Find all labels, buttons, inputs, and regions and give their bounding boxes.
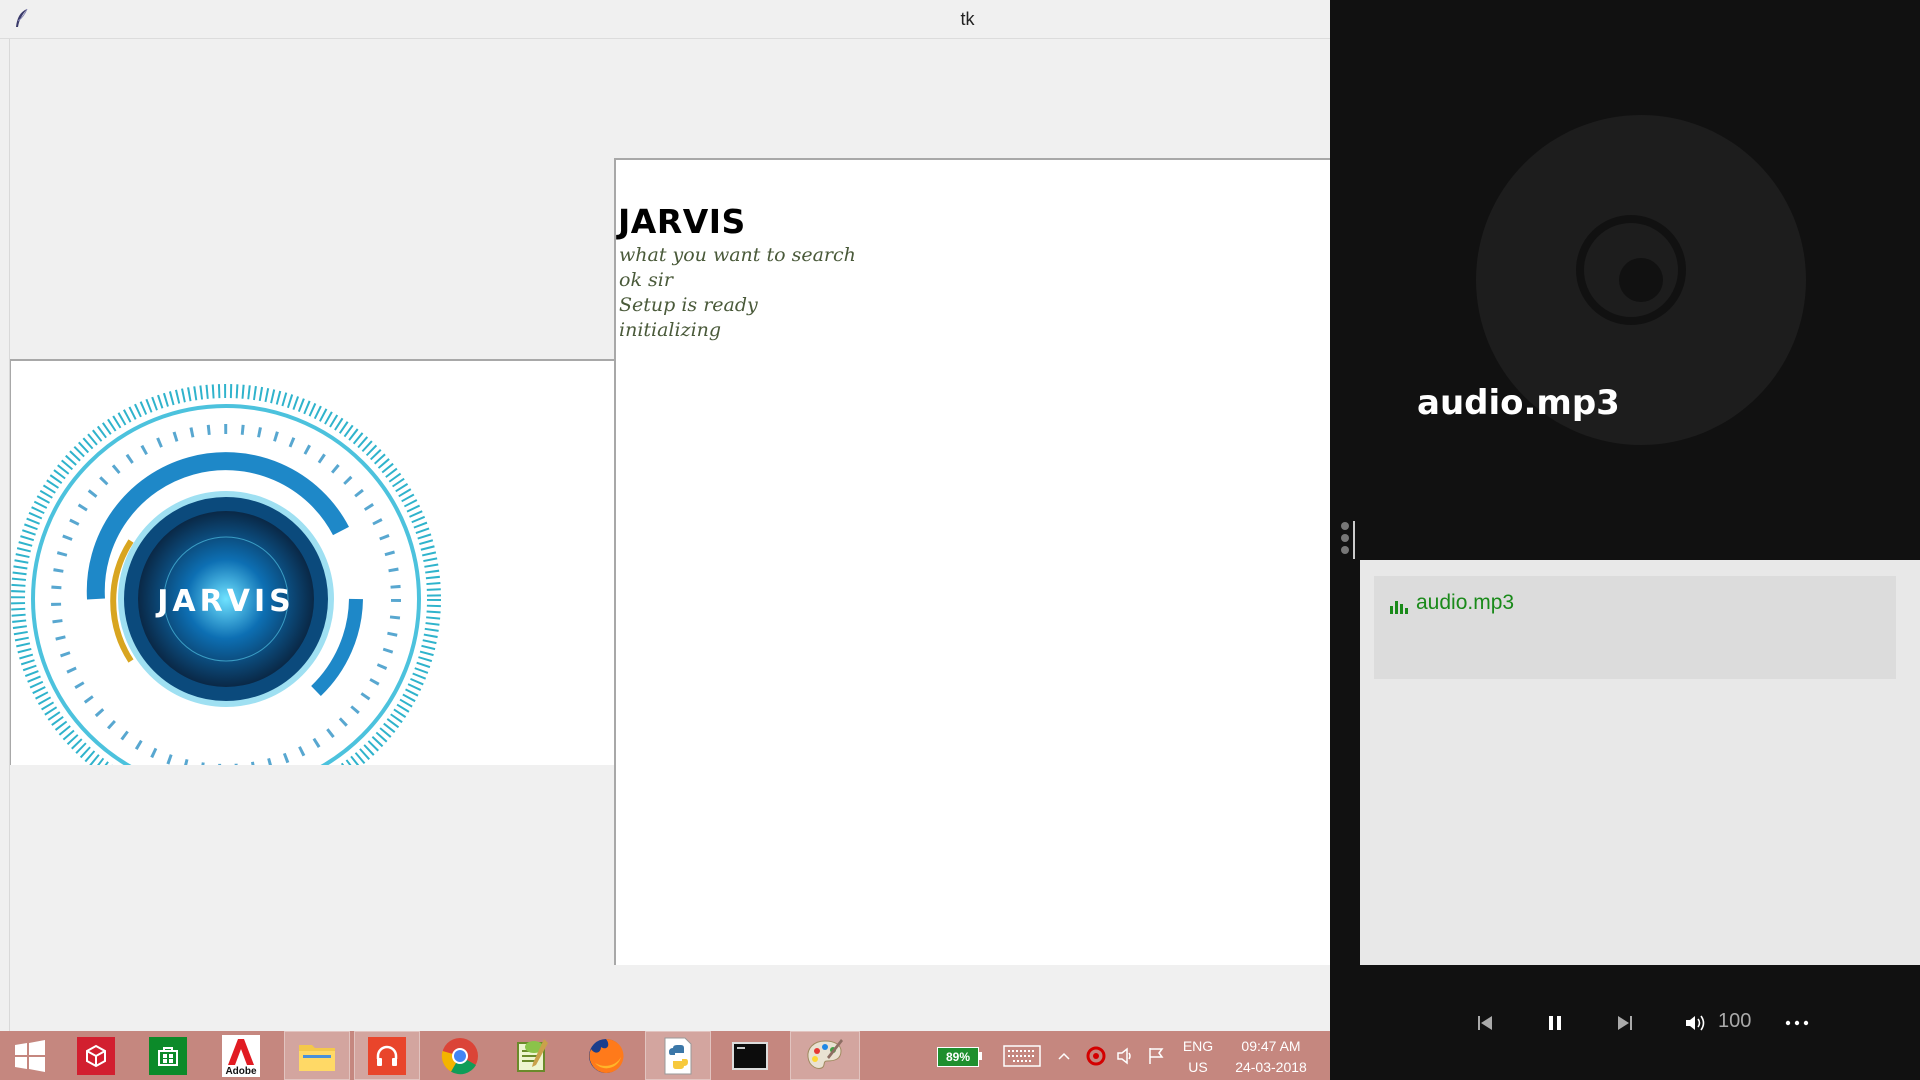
show-hidden-icons-button[interactable] xyxy=(1056,1031,1072,1080)
text-cursor xyxy=(1353,521,1355,559)
clock-date[interactable]: 24-03-2018 xyxy=(1228,1059,1314,1075)
chrome-icon xyxy=(441,1037,478,1074)
skip-next-icon xyxy=(1618,1016,1632,1030)
logo-text: JARVIS xyxy=(155,584,294,619)
taskbar-adobe[interactable]: Adobe xyxy=(211,1031,271,1080)
windows-logo-icon xyxy=(15,1039,45,1072)
battery-indicator[interactable]: 89% xyxy=(937,1047,979,1067)
next-button[interactable] xyxy=(1610,1008,1640,1038)
music-player: audio.mp3 audio.mp3 100 xyxy=(1330,0,1920,1080)
assistant-output-panel[interactable]: JARVIS what you want to search ok sir Se… xyxy=(614,158,1332,965)
volume-icon xyxy=(1686,1015,1705,1031)
now-playing-title: audio.mp3 xyxy=(1417,383,1620,423)
python-icon xyxy=(664,1037,692,1074)
palette-icon xyxy=(807,1038,843,1069)
adobe-icon: Adobe xyxy=(222,1034,260,1077)
taskbar-chrome[interactable] xyxy=(430,1031,490,1080)
log-line: initializing xyxy=(619,319,722,341)
terminal-icon xyxy=(732,1041,768,1070)
log-line: what you want to search xyxy=(619,244,856,266)
taskbar-notepad-plus[interactable] xyxy=(503,1031,563,1080)
now-playing-equalizer-icon xyxy=(1390,601,1408,614)
folder-icon xyxy=(299,1044,335,1071)
headphones-icon xyxy=(368,1036,406,1075)
title-bar[interactable]: tk xyxy=(0,0,1330,39)
taskbar-file-explorer[interactable] xyxy=(284,1031,350,1080)
taskbar-firefox[interactable] xyxy=(576,1031,636,1080)
disc-hole xyxy=(1619,258,1663,302)
volume-button[interactable] xyxy=(1680,1008,1710,1038)
taskbar: Adobe 89% ENG US 09:47 AM 24-03-2018 xyxy=(0,1031,1330,1080)
keyboard-icon xyxy=(1003,1044,1041,1067)
assistant-heading: JARVIS xyxy=(618,202,746,241)
log-line: Setup is ready xyxy=(619,294,758,316)
chevron-up-icon xyxy=(1058,1052,1070,1060)
start-button[interactable] xyxy=(0,1031,60,1080)
jarvis-logo: JARVIS xyxy=(11,384,441,765)
antivirus-tray-button[interactable] xyxy=(1085,1031,1107,1080)
action-center-button[interactable] xyxy=(1145,1031,1167,1080)
flag-icon xyxy=(1149,1047,1164,1064)
pause-icon xyxy=(1549,1016,1561,1030)
tk-window: tk JARVIS what you want to search ok sir… xyxy=(0,0,1332,1031)
store-icon xyxy=(149,1036,187,1075)
taskbar-paint[interactable] xyxy=(790,1031,860,1080)
log-line: ok sir xyxy=(619,269,673,291)
language-region[interactable]: US xyxy=(1178,1059,1218,1075)
taskbar-3d-app[interactable] xyxy=(66,1031,126,1080)
antivirus-icon xyxy=(1086,1046,1106,1065)
jarvis-logo-panel: JARVIS xyxy=(10,359,614,765)
skip-previous-icon xyxy=(1478,1016,1492,1030)
taskbar-cmd[interactable] xyxy=(720,1031,780,1080)
taskbar-python[interactable] xyxy=(645,1031,711,1080)
red-cube-icon xyxy=(77,1036,115,1075)
playlist: audio.mp3 xyxy=(1360,560,1920,965)
notepad-plus-icon xyxy=(517,1038,548,1072)
firefox-icon xyxy=(589,1038,624,1073)
speaker-icon xyxy=(1117,1046,1131,1065)
keyboard-button[interactable] xyxy=(1002,1031,1042,1080)
more-dots-icon xyxy=(1785,1020,1809,1026)
playlist-item-label: audio.mp3 xyxy=(1416,591,1515,614)
previous-button[interactable] xyxy=(1470,1008,1500,1038)
battery-tip xyxy=(979,1052,982,1060)
more-options-button[interactable] xyxy=(1780,1008,1814,1038)
playlist-item[interactable]: audio.mp3 xyxy=(1374,576,1896,679)
adobe-label: Adobe xyxy=(225,1065,257,1077)
language-code[interactable]: ENG xyxy=(1178,1038,1218,1054)
clock-time[interactable]: 09:47 AM xyxy=(1228,1038,1314,1054)
taskbar-music[interactable] xyxy=(354,1031,420,1080)
volume-level: 100 xyxy=(1718,1010,1752,1032)
pause-button[interactable] xyxy=(1540,1008,1570,1038)
volume-tray-button[interactable] xyxy=(1114,1031,1136,1080)
taskbar-store[interactable] xyxy=(138,1031,198,1080)
